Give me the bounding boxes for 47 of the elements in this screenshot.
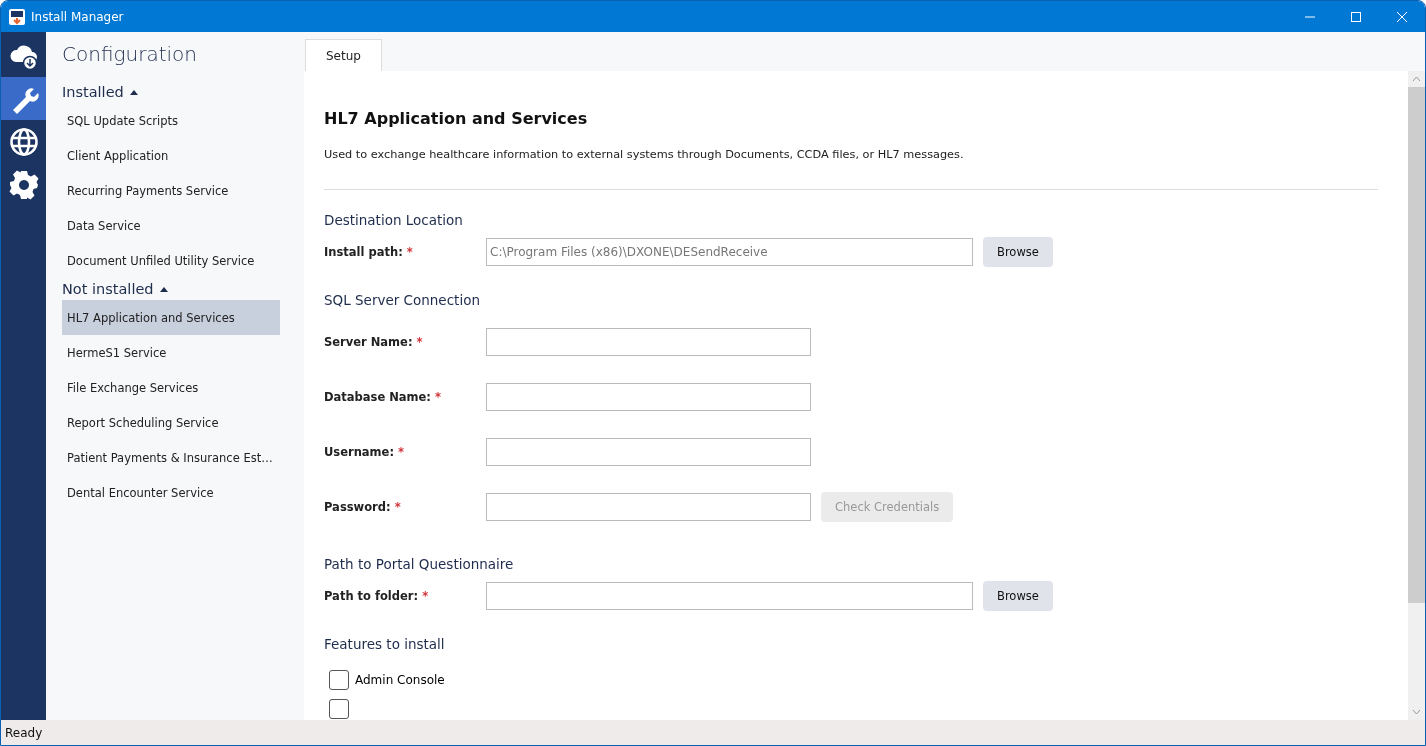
input-field[interactable] <box>486 582 973 610</box>
page-title: HL7 Application and Services <box>324 109 589 128</box>
sidebar-item[interactable]: Document Unfiled Utility Service <box>62 243 280 278</box>
caret-icon <box>159 286 168 292</box>
sidebar-item[interactable]: HL7 Application and Services <box>62 300 280 335</box>
input-field[interactable] <box>486 382 811 411</box>
sidebar-title: Configuration <box>62 42 198 66</box>
checkbox-label: Admin Console <box>355 673 445 687</box>
checkbox[interactable] <box>329 699 349 719</box>
page-description: Used to exchange healthcare information to external systems through Documents, CCDA files, or HL7 messages. <box>324 148 1378 190</box>
input-field[interactable]: C:\Program Files (x86)\DXONE\DESendReceive <box>486 238 973 266</box>
input-field[interactable] <box>486 327 811 356</box>
status-text: Ready <box>5 725 43 740</box>
input-field[interactable] <box>486 437 811 466</box>
field-label: Database Name: * <box>324 389 442 404</box>
tab[interactable]: Setup <box>305 39 382 71</box>
field-label: Path to folder: * <box>324 589 430 603</box>
app-logo-icon <box>9 8 25 25</box>
input-field[interactable] <box>486 492 811 521</box>
checkbox[interactable] <box>329 670 349 690</box>
sidebar-item[interactable]: File Exchange Services <box>62 370 280 405</box>
sidebar-item[interactable]: HermeS1 Service <box>62 335 280 370</box>
globe-icon <box>8 126 39 157</box>
sidebar-item[interactable]: Dental Encounter Service <box>62 475 280 510</box>
section-title: Path to Portal Questionnaire <box>324 556 515 572</box>
caret-icon <box>129 89 138 95</box>
maximize-icon <box>1351 11 1361 22</box>
close-icon <box>1397 11 1407 22</box>
group-header[interactable]: Installed <box>62 81 304 103</box>
section-title: SQL Server Connection <box>324 292 481 308</box>
section-title: Destination Location <box>324 212 464 228</box>
field-label: Password: * <box>324 499 402 514</box>
sidebar-item[interactable]: Patient Payments & Insurance Est… <box>62 440 280 475</box>
sidebar-item[interactable]: Recurring Payments Service <box>62 173 280 208</box>
sidebar-item[interactable]: SQL Update Scripts <box>62 103 280 138</box>
sidebar-item[interactable]: Report Scheduling Service <box>62 405 280 440</box>
settings-icon <box>7 168 40 201</box>
field-label: Server Name: * <box>324 334 424 349</box>
field-label: Username: * <box>324 444 405 459</box>
sidebar-item[interactable]: Data Service <box>62 208 280 243</box>
section-title: Features to install <box>324 636 446 652</box>
sidebar-item[interactable]: Client Application <box>62 138 280 173</box>
browse-button[interactable]: Browse <box>983 581 1053 611</box>
group-header[interactable]: Not installed <box>62 278 304 300</box>
window-title: Install Manager <box>31 9 125 24</box>
field-label: Install path: * <box>324 245 414 259</box>
browse-button[interactable]: Browse <box>983 237 1053 267</box>
